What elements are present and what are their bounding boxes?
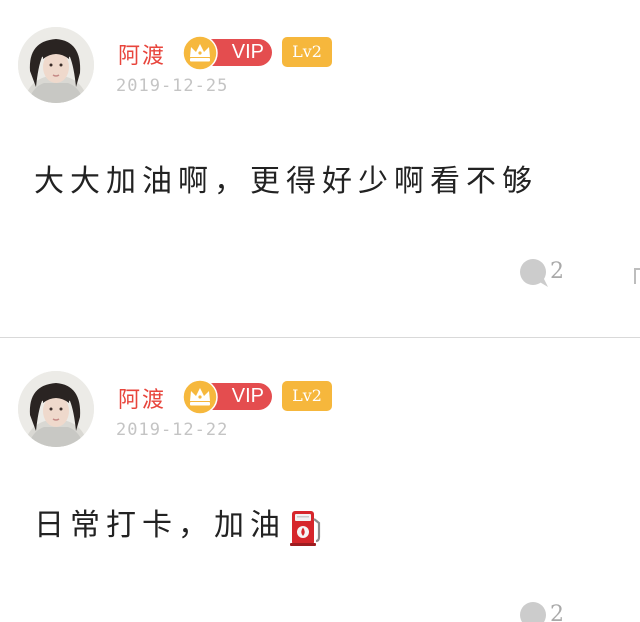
reply-button[interactable]: 2 xyxy=(518,257,578,289)
username[interactable]: 阿渡 xyxy=(118,38,166,70)
comment-feed: 阿渡 VIP Lv2 2019-12-25 大大加油啊，更得好少啊看不够 2 阿… xyxy=(0,0,640,622)
fuel-pump-icon xyxy=(290,511,321,546)
vip-badge: VIP xyxy=(182,35,272,71)
timestamp: 2019-12-22 xyxy=(116,420,229,440)
partial-icon xyxy=(634,268,640,284)
speech-bubble-icon xyxy=(520,602,546,622)
comment-text: 大大加油啊，更得好少啊看不够 xyxy=(34,164,538,199)
avatar[interactable] xyxy=(18,371,94,447)
level-badge: Lv2 xyxy=(282,381,332,411)
comment-item: 阿渡 VIP Lv2 2019-12-25 大大加油啊，更得好少啊看不够 2 xyxy=(0,0,640,337)
reply-button[interactable]: 2 xyxy=(518,600,578,622)
reply-count: 2 xyxy=(550,259,564,284)
crown-icon xyxy=(182,379,218,415)
crown-icon xyxy=(182,35,218,71)
username[interactable]: 阿渡 xyxy=(118,382,166,414)
level-badge: Lv2 xyxy=(282,37,332,67)
comment-text-content: 日常打卡，加油 xyxy=(34,508,286,543)
vip-badge: VIP xyxy=(182,379,272,415)
comment-text: 日常打卡，加油 xyxy=(34,500,324,547)
speech-bubble-icon xyxy=(520,259,548,287)
timestamp: 2019-12-25 xyxy=(116,76,229,96)
comment-item: 阿渡 VIP Lv2 2019-12-22 日常打卡，加油 2 xyxy=(0,338,640,622)
avatar[interactable] xyxy=(18,27,94,103)
reply-count: 2 xyxy=(550,602,564,622)
